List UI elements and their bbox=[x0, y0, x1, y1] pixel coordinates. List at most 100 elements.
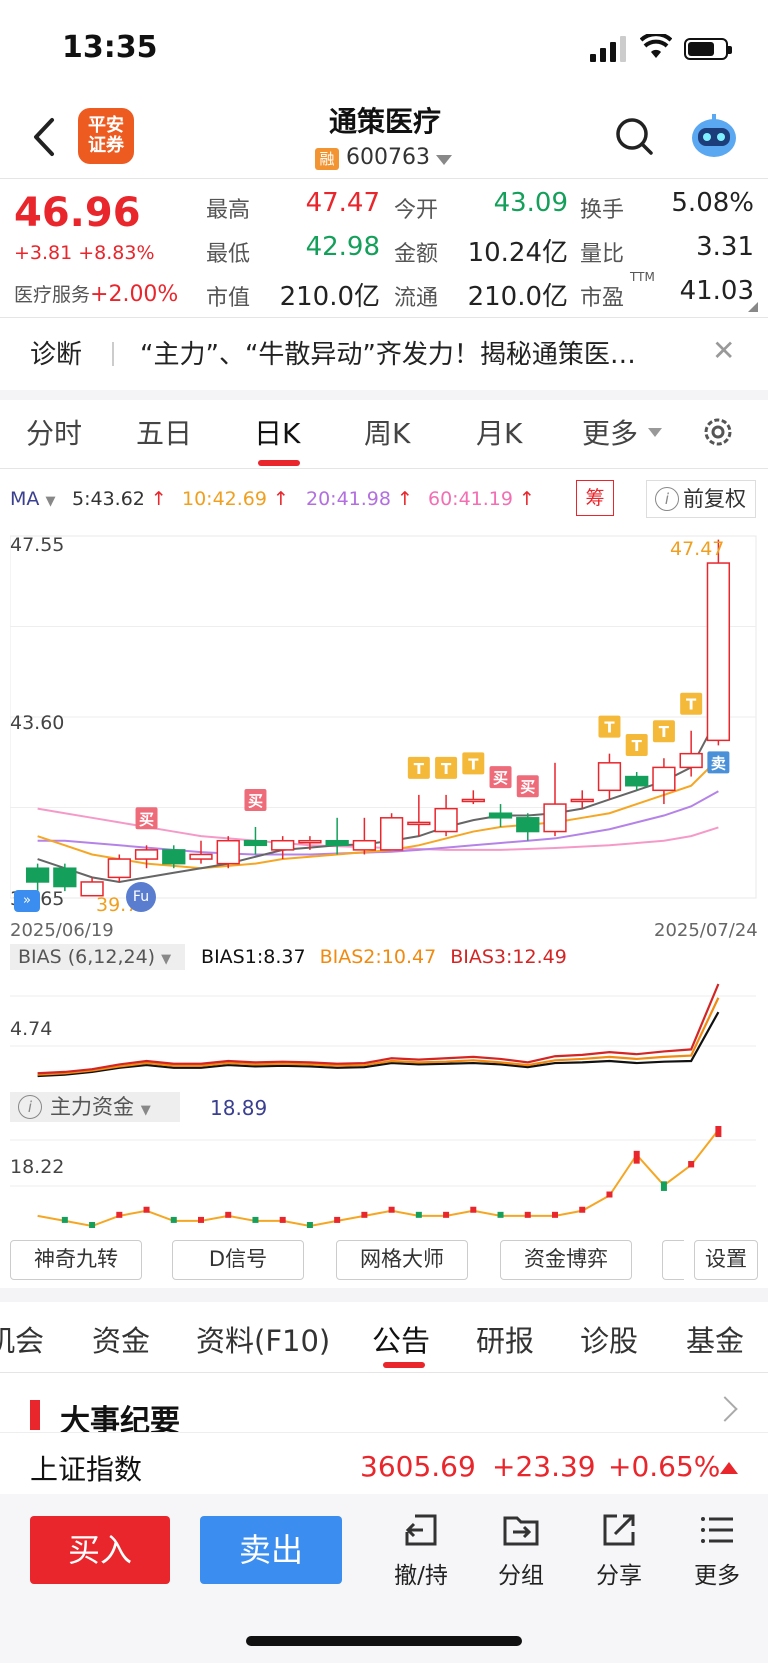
tool-fund-game[interactable]: 资金博弈 bbox=[500, 1240, 632, 1280]
main-fund-chart[interactable] bbox=[10, 1126, 758, 1236]
tab-weekly-k[interactable]: 周K bbox=[364, 412, 410, 452]
stock-name[interactable]: 通策医疗 bbox=[280, 100, 490, 140]
ma20-value: 20:41.98 ↑ bbox=[306, 488, 413, 510]
bias-header: BIAS (6,12,24) ▼ BIAS1:8.37 BIAS2:10.47 … bbox=[10, 944, 567, 972]
chevron-down-icon[interactable] bbox=[436, 155, 452, 165]
btab-announcement[interactable]: 公告 bbox=[372, 1318, 430, 1360]
adjust-mode-button[interactable]: i 前复权 bbox=[646, 480, 756, 518]
info-icon: i bbox=[18, 1095, 42, 1119]
bias-y-label: 4.74 bbox=[10, 1018, 53, 1040]
tool-partial[interactable] bbox=[662, 1240, 684, 1280]
kline-y-top-label: 47.55 bbox=[10, 534, 65, 556]
active-tab-indicator bbox=[383, 1362, 425, 1368]
candle-body bbox=[162, 849, 186, 865]
candle-body bbox=[134, 849, 159, 860]
tab-more[interactable]: 更多 bbox=[582, 412, 638, 452]
tab-intraday[interactable]: 分时 bbox=[26, 412, 82, 452]
pe-value: 41.03 bbox=[679, 276, 754, 306]
info-icon: i bbox=[655, 487, 679, 511]
section-gap bbox=[0, 390, 768, 400]
kline-high-marker: 47.47 bbox=[670, 538, 725, 560]
btab-research[interactable]: 研报 bbox=[476, 1318, 534, 1360]
tabs-divider bbox=[0, 468, 768, 469]
tool-grid-master[interactable]: 网格大师 bbox=[336, 1240, 468, 1280]
t-tag: T bbox=[686, 696, 697, 714]
tool-d-signal[interactable]: D信号 bbox=[172, 1240, 304, 1280]
bias-chart[interactable] bbox=[10, 976, 758, 1086]
t-tag: T bbox=[604, 719, 615, 737]
home-indicator bbox=[246, 1636, 522, 1646]
main-fund-bar bbox=[470, 1206, 477, 1213]
tab-five-day[interactable]: 五日 bbox=[136, 412, 192, 452]
gear-icon[interactable] bbox=[700, 414, 736, 450]
share-button[interactable]: 分享 bbox=[584, 1510, 654, 1590]
candle-body bbox=[25, 867, 50, 883]
status-time: 13:35 bbox=[62, 30, 158, 65]
tab-monthly-k[interactable]: 月K bbox=[476, 412, 522, 452]
search-icon[interactable] bbox=[614, 116, 654, 156]
main-fund-bar bbox=[552, 1211, 558, 1218]
stock-code[interactable]: 600763 bbox=[346, 145, 430, 170]
btab-fund[interactable]: 资金 bbox=[92, 1318, 150, 1360]
section-gap bbox=[0, 1288, 768, 1302]
ai-assistant-robot-icon[interactable] bbox=[688, 112, 740, 160]
main-fund-bar bbox=[524, 1211, 531, 1218]
kline-date-end: 2025/07/24 bbox=[654, 920, 758, 941]
expand-corner-icon[interactable] bbox=[748, 302, 758, 312]
scroll-left-icon[interactable]: » bbox=[14, 890, 40, 912]
buy-tag: 买 bbox=[248, 792, 263, 810]
tab-daily-k[interactable]: 日K bbox=[254, 412, 300, 452]
chevron-right-icon[interactable] bbox=[712, 1396, 738, 1422]
withdraw-button[interactable]: 撤/持 bbox=[386, 1510, 456, 1590]
candle-body bbox=[325, 839, 349, 847]
close-icon[interactable]: ✕ bbox=[712, 334, 735, 367]
fu-tag[interactable]: Fu bbox=[126, 882, 156, 912]
candle-body bbox=[107, 858, 131, 879]
index-name: 上证指数 bbox=[30, 1453, 143, 1486]
buy-tag: 买 bbox=[139, 810, 154, 828]
candle-body bbox=[597, 762, 622, 792]
main-fund-bar bbox=[170, 1216, 177, 1223]
btab-fund2[interactable]: 基金 bbox=[686, 1318, 744, 1360]
main-fund-selector[interactable]: i 主力资金 ▼ bbox=[10, 1092, 180, 1122]
candle-body bbox=[570, 798, 594, 803]
main-fund-y-label: 18.22 bbox=[10, 1156, 65, 1178]
btab-diagnosis[interactable]: 诊股 bbox=[580, 1318, 638, 1360]
tool-settings[interactable]: 设置 bbox=[694, 1240, 758, 1280]
bias1-line bbox=[37, 1011, 720, 1078]
broker-logo[interactable]: 平安 证券 bbox=[78, 108, 134, 164]
bias3-line bbox=[37, 983, 720, 1075]
candle-body bbox=[516, 817, 540, 833]
sell-button[interactable]: 卖出 bbox=[200, 1516, 342, 1584]
bias2-value: BIAS2:10.47 bbox=[319, 946, 437, 968]
buy-button[interactable]: 买入 bbox=[30, 1516, 170, 1584]
withdraw-icon bbox=[405, 1514, 437, 1546]
main-fund-bar bbox=[306, 1222, 313, 1228]
main-fund-bar bbox=[715, 1126, 722, 1138]
btab-opportunity[interactable]: 机会 bbox=[0, 1318, 44, 1360]
main-fund-bar bbox=[443, 1211, 450, 1218]
cellular-signal-icon bbox=[590, 36, 626, 62]
kline-date-start: 2025/06/19 bbox=[10, 920, 114, 941]
back-arrow-icon[interactable] bbox=[26, 112, 66, 162]
chip-distribution-button[interactable]: 筹 bbox=[576, 480, 614, 516]
mkt-cap-value: 210.0亿 bbox=[279, 282, 380, 312]
diagnosis-text[interactable]: “主力”、“牛散异动”齐发力！揭秘通策医… bbox=[140, 334, 700, 371]
tool-magic-nine[interactable]: 神奇九转 bbox=[10, 1240, 142, 1280]
price-change: +3.81 +8.83% bbox=[14, 242, 155, 264]
candle-body bbox=[461, 798, 485, 803]
sector-change[interactable]: 医疗服务+2.00% bbox=[14, 280, 178, 307]
bias-selector[interactable]: BIAS (6,12,24) ▼ bbox=[10, 944, 185, 970]
sell-tag: 卖 bbox=[711, 754, 726, 772]
group-button[interactable]: 分组 bbox=[486, 1510, 556, 1590]
buy-tag: 买 bbox=[520, 778, 535, 796]
high-label: 最高 bbox=[206, 198, 251, 223]
main-fund-bar bbox=[89, 1222, 96, 1228]
status-bar: 13:35 bbox=[0, 0, 768, 90]
ma-selector[interactable]: MA ▼ bbox=[10, 488, 55, 510]
more-button[interactable]: 更多 bbox=[682, 1510, 752, 1590]
kline-chart[interactable]: 买买T T TTTTT买买卖 bbox=[10, 528, 758, 916]
candle-body bbox=[216, 839, 240, 865]
btab-f10[interactable]: 资料(F10) bbox=[196, 1318, 330, 1360]
tab-more-dropdown-icon[interactable] bbox=[648, 428, 662, 437]
